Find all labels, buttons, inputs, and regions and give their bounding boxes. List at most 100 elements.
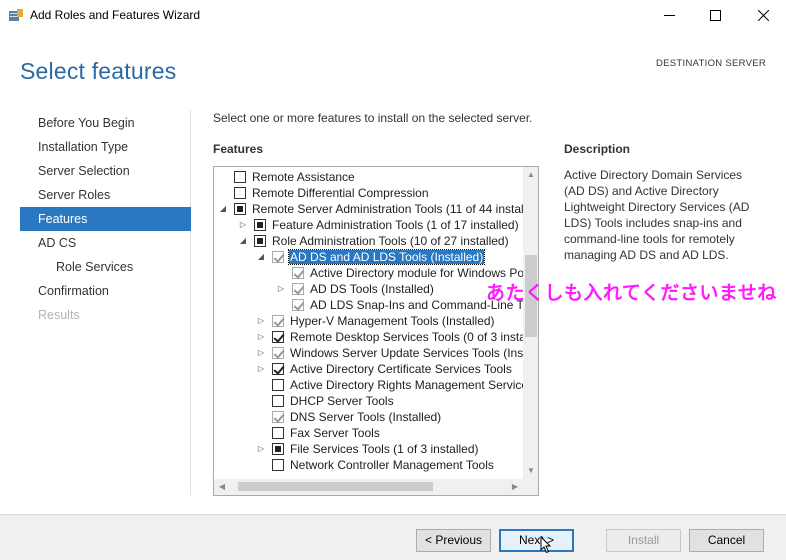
nav-item-before-you-begin[interactable]: Before You Begin bbox=[20, 111, 191, 135]
tree-row[interactable]: DNS Server Tools (Installed) bbox=[214, 409, 523, 425]
maximize-icon bbox=[709, 10, 721, 21]
expand-arrow-icon[interactable]: ▷ bbox=[256, 332, 266, 342]
feature-checkbox[interactable] bbox=[272, 443, 284, 455]
minimize-icon bbox=[663, 15, 675, 16]
nav-item-confirmation[interactable]: Confirmation bbox=[20, 279, 191, 303]
expand-arrow-icon[interactable]: ▷ bbox=[276, 284, 286, 294]
feature-checkbox[interactable] bbox=[292, 267, 304, 279]
feature-checkbox[interactable] bbox=[272, 315, 284, 327]
horizontal-scrollbar[interactable]: ◀ ▶ bbox=[214, 479, 538, 495]
tree-row[interactable]: ▷ Windows Server Update Services Tools (I… bbox=[214, 345, 523, 361]
feature-label[interactable]: Remote Desktop Services Tools (0 of 3 in… bbox=[289, 330, 523, 344]
feature-checkbox[interactable] bbox=[272, 331, 284, 343]
feature-label[interactable]: Windows Server Update Services Tools (In… bbox=[289, 346, 523, 360]
wizard-header: Select features DESTINATION SERVER bbox=[0, 31, 786, 94]
cancel-button[interactable]: Cancel bbox=[689, 529, 764, 552]
feature-checkbox[interactable] bbox=[234, 171, 246, 183]
tree-row[interactable]: ◢ Remote Server Administration Tools (11 … bbox=[214, 201, 523, 217]
feature-checkbox[interactable] bbox=[272, 251, 284, 263]
destination-server-label: DESTINATION SERVER bbox=[656, 58, 767, 69]
tree-row[interactable]: DHCP Server Tools bbox=[214, 393, 523, 409]
feature-label[interactable]: File Services Tools (1 of 3 installed) bbox=[289, 442, 480, 456]
feature-checkbox[interactable] bbox=[272, 363, 284, 375]
feature-checkbox[interactable] bbox=[234, 187, 246, 199]
nav-item-features[interactable]: Features bbox=[20, 207, 191, 231]
feature-label[interactable]: Fax Server Tools bbox=[289, 426, 381, 440]
expand-arrow-icon[interactable]: ▷ bbox=[256, 444, 266, 454]
horizontal-scroll-thumb[interactable] bbox=[238, 482, 433, 491]
collapse-arrow-icon[interactable]: ◢ bbox=[238, 236, 248, 246]
tree-row[interactable]: Active Directory module for Windows Powe… bbox=[214, 265, 523, 281]
minimize-button[interactable] bbox=[646, 0, 692, 31]
maximize-button[interactable] bbox=[692, 0, 738, 31]
collapse-arrow-icon[interactable]: ◢ bbox=[256, 252, 266, 262]
tree-row[interactable]: ◢ Role Administration Tools (10 of 27 ins… bbox=[214, 233, 523, 249]
nav-item-server-roles[interactable]: Server Roles bbox=[20, 183, 191, 207]
feature-label[interactable]: Active Directory Rights Management Servi… bbox=[289, 378, 523, 392]
vertical-scrollbar[interactable]: ▲ ▼ bbox=[523, 167, 538, 479]
wizard-footer: < Previous Next > Install Cancel bbox=[0, 514, 786, 560]
next-button[interactable]: Next > bbox=[499, 529, 574, 552]
feature-label[interactable]: Feature Administration Tools (1 of 17 in… bbox=[271, 218, 520, 232]
page-title: Select features bbox=[20, 58, 177, 84]
feature-checkbox[interactable] bbox=[272, 379, 284, 391]
feature-checkbox[interactable] bbox=[254, 235, 266, 247]
overlay-annotation: あたくしも入れてくださいませね bbox=[486, 282, 777, 304]
close-button[interactable] bbox=[740, 0, 786, 31]
expand-arrow-icon[interactable]: ▷ bbox=[256, 348, 266, 358]
feature-label[interactable]: Role Administration Tools (10 of 27 inst… bbox=[271, 234, 510, 248]
feature-checkbox[interactable] bbox=[272, 395, 284, 407]
tree-row[interactable]: Fax Server Tools bbox=[214, 425, 523, 441]
scroll-down-icon[interactable]: ▼ bbox=[523, 463, 538, 479]
instruction-text: Select one or more features to install o… bbox=[213, 111, 533, 125]
features-tree[interactable]: Remote Assistance Remote Differential Com… bbox=[213, 166, 539, 496]
feature-label[interactable]: Network Controller Management Tools bbox=[289, 458, 495, 472]
wizard-steps-nav: Before You Begin Installation Type Serve… bbox=[20, 110, 191, 495]
feature-checkbox[interactable] bbox=[272, 411, 284, 423]
feature-label[interactable]: Remote Server Administration Tools (11 o… bbox=[251, 202, 523, 216]
nav-item-server-selection[interactable]: Server Selection bbox=[20, 159, 191, 183]
feature-label[interactable]: AD DS and AD LDS Tools (Installed) bbox=[287, 249, 486, 265]
feature-label[interactable]: DNS Server Tools (Installed) bbox=[289, 410, 442, 424]
feature-label[interactable]: Active Directory Certificate Services To… bbox=[289, 362, 513, 376]
feature-checkbox[interactable] bbox=[272, 427, 284, 439]
tree-row[interactable]: ▷ Remote Desktop Services Tools (0 of 3 i… bbox=[214, 329, 523, 345]
tree-row[interactable]: ▷ Feature Administration Tools (1 of 17 i… bbox=[214, 217, 523, 233]
nav-item-installation-type[interactable]: Installation Type bbox=[20, 135, 191, 159]
feature-checkbox[interactable] bbox=[272, 347, 284, 359]
feature-checkbox[interactable] bbox=[234, 203, 246, 215]
scroll-right-icon[interactable]: ▶ bbox=[507, 479, 523, 495]
expand-arrow-icon[interactable]: ▷ bbox=[238, 220, 248, 230]
nav-item-role-services[interactable]: Role Services bbox=[20, 255, 191, 279]
feature-checkbox[interactable] bbox=[254, 219, 266, 231]
tree-row[interactable]: ▷ Active Directory Certificate Services T… bbox=[214, 361, 523, 377]
close-icon bbox=[757, 10, 769, 21]
expand-arrow-icon[interactable]: ▷ bbox=[256, 364, 266, 374]
previous-button[interactable]: < Previous bbox=[416, 529, 491, 552]
tree-row[interactable]: Active Directory Rights Management Servi… bbox=[214, 377, 523, 393]
tree-row[interactable]: ◢ AD DS and AD LDS Tools (Installed) bbox=[214, 249, 523, 265]
feature-checkbox[interactable] bbox=[272, 459, 284, 471]
tree-row[interactable]: Remote Assistance bbox=[214, 169, 523, 185]
feature-label[interactable]: Remote Differential Compression bbox=[251, 186, 430, 200]
description-text: Active Directory Domain Services (AD DS)… bbox=[564, 168, 750, 262]
collapse-arrow-icon[interactable]: ◢ bbox=[218, 204, 228, 214]
tree-row[interactable]: AD LDS Snap-Ins and Command-Line Tools bbox=[214, 297, 523, 313]
install-button: Install bbox=[606, 529, 681, 552]
expand-arrow-icon[interactable]: ▷ bbox=[256, 316, 266, 326]
scroll-up-icon[interactable]: ▲ bbox=[523, 167, 538, 183]
tree-row[interactable]: Remote Differential Compression bbox=[214, 185, 523, 201]
feature-label[interactable]: DHCP Server Tools bbox=[289, 394, 395, 408]
feature-checkbox[interactable] bbox=[292, 283, 304, 295]
tree-row[interactable]: ▷ AD DS Tools (Installed) bbox=[214, 281, 523, 297]
nav-item-ad-cs[interactable]: AD CS bbox=[20, 231, 191, 255]
tree-row[interactable]: ▷ File Services Tools (1 of 3 installed) bbox=[214, 441, 523, 457]
tree-row[interactable]: Network Controller Management Tools bbox=[214, 457, 523, 473]
scroll-left-icon[interactable]: ◀ bbox=[214, 479, 230, 495]
feature-label[interactable]: AD DS Tools (Installed) bbox=[309, 282, 435, 296]
feature-checkbox[interactable] bbox=[292, 299, 304, 311]
feature-label[interactable]: Remote Assistance bbox=[251, 170, 356, 184]
features-tree-content: Remote Assistance Remote Differential Com… bbox=[214, 167, 523, 479]
tree-row[interactable]: ▷ Hyper-V Management Tools (Installed) bbox=[214, 313, 523, 329]
feature-label[interactable]: Hyper-V Management Tools (Installed) bbox=[289, 314, 496, 328]
